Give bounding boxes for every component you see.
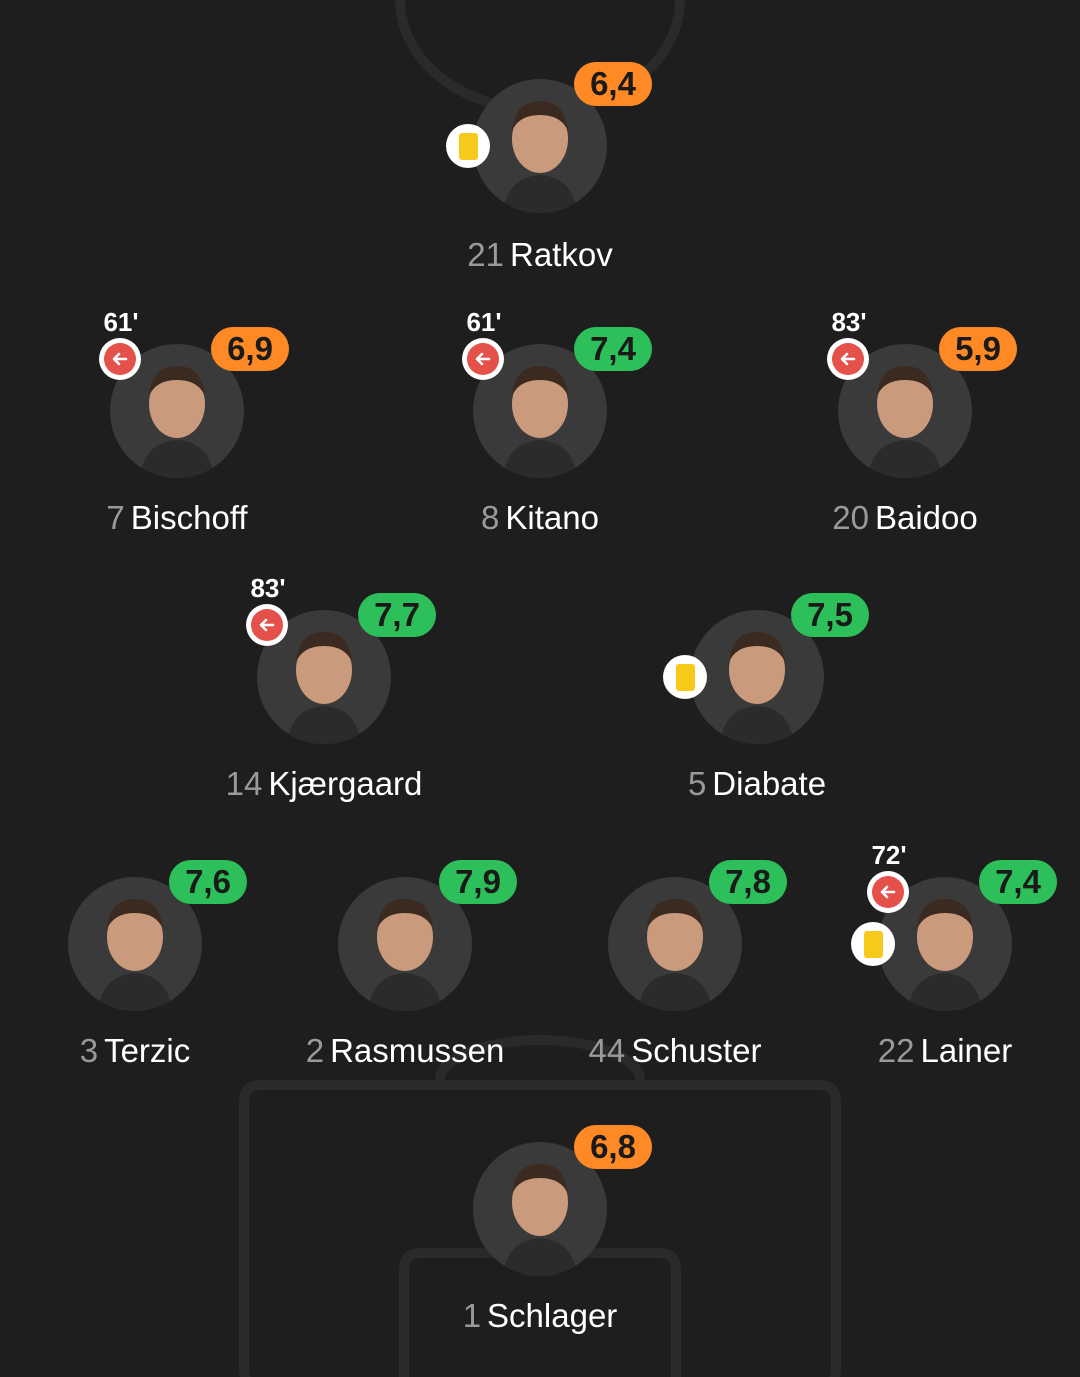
rating-badge: 7,8 bbox=[709, 860, 787, 904]
player-name: Terzic bbox=[104, 1032, 191, 1069]
yellow-card-icon bbox=[446, 124, 490, 168]
rating-badge: 5,9 bbox=[939, 327, 1017, 371]
rating-badge: 6,4 bbox=[574, 62, 652, 106]
shirt-number: 3 bbox=[79, 1032, 99, 1069]
arrow-left-icon bbox=[827, 338, 869, 380]
player-label: 14 Kjærgaard bbox=[124, 765, 524, 803]
player-label: 22 Lainer bbox=[745, 1032, 1080, 1070]
rating-badge: 7,7 bbox=[358, 593, 436, 637]
shirt-number: 5 bbox=[687, 765, 707, 802]
shirt-number: 14 bbox=[225, 765, 263, 802]
player-name: Schlager bbox=[487, 1297, 618, 1334]
player-name: Lainer bbox=[920, 1032, 1013, 1069]
player-label: 8 Kitano bbox=[340, 499, 740, 537]
player-label: 1 Schlager bbox=[340, 1297, 740, 1335]
player-name: Diabate bbox=[712, 765, 827, 802]
yellow-card-icon bbox=[663, 655, 707, 699]
shirt-number: 20 bbox=[832, 499, 869, 536]
rating-badge: 7,4 bbox=[979, 860, 1057, 904]
player-name: Bischoff bbox=[130, 499, 248, 536]
player-label: 20 Baidoo bbox=[705, 499, 1080, 537]
player-label: 21 Ratkov bbox=[340, 236, 740, 274]
player-name: Kjærgaard bbox=[268, 765, 423, 802]
player-name: Ratkov bbox=[510, 236, 613, 273]
rating-badge: 6,8 bbox=[574, 1125, 652, 1169]
player-name: Kitano bbox=[505, 499, 599, 536]
yellow-card-icon bbox=[851, 922, 895, 966]
player-label: 7 Bischoff bbox=[0, 499, 377, 537]
player-label: 5 Diabate bbox=[557, 765, 957, 803]
shirt-number: 8 bbox=[481, 499, 500, 536]
arrow-left-icon bbox=[867, 871, 909, 913]
shirt-number: 7 bbox=[106, 499, 125, 536]
shirt-number: 44 bbox=[588, 1032, 626, 1069]
substitution-minute: 83' bbox=[250, 573, 286, 603]
arrow-left-icon bbox=[462, 338, 504, 380]
player-name: Schuster bbox=[631, 1032, 762, 1069]
rating-badge: 7,6 bbox=[169, 860, 247, 904]
arrow-left-icon bbox=[246, 604, 288, 646]
substitution-minute: 61' bbox=[103, 307, 139, 337]
shirt-number: 21 bbox=[467, 236, 504, 273]
player-name: Baidoo bbox=[874, 499, 978, 536]
substitution-minute: 83' bbox=[831, 307, 867, 337]
rating-badge: 6,9 bbox=[211, 327, 289, 371]
arrow-left-icon bbox=[99, 338, 141, 380]
shirt-number: 22 bbox=[877, 1032, 915, 1069]
rating-badge: 7,5 bbox=[791, 593, 869, 637]
rating-badge: 7,4 bbox=[574, 327, 652, 371]
shirt-number: 2 bbox=[305, 1032, 325, 1069]
shirt-number: 1 bbox=[462, 1297, 482, 1334]
rating-badge: 7,9 bbox=[439, 860, 517, 904]
substitution-minute: 72' bbox=[871, 840, 907, 870]
substitution-minute: 61' bbox=[466, 307, 502, 337]
